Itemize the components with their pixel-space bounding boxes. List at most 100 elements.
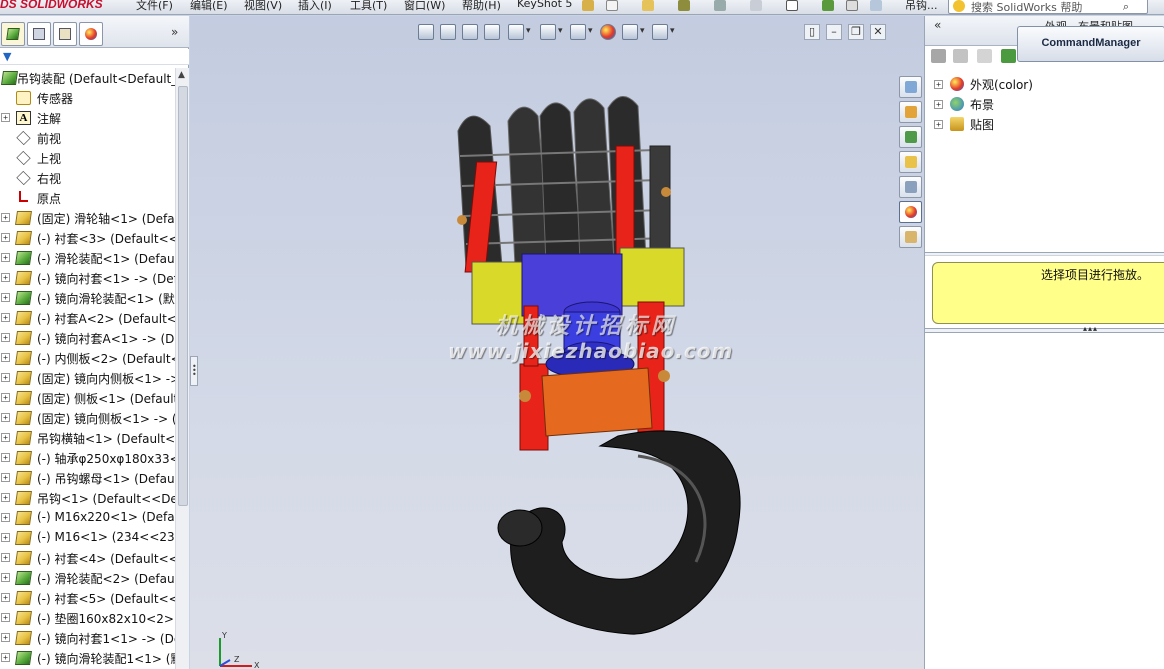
feature-tree-item[interactable]: + 吊钩<1> (Default<<Def bbox=[0, 488, 175, 508]
tab-view-palette[interactable] bbox=[899, 176, 922, 198]
expand-toggle-icon[interactable]: + bbox=[934, 80, 943, 89]
zoom-to-fit-icon[interactable] bbox=[418, 24, 434, 40]
expand-toggle-icon[interactable]: + bbox=[1, 353, 10, 362]
feature-tree-item[interactable]: + (固定) 镜向内侧板<1> -> bbox=[0, 368, 175, 388]
expand-toggle-icon[interactable]: + bbox=[1, 293, 10, 302]
add-folder-icon[interactable] bbox=[953, 49, 968, 63]
minimize-icon[interactable]: – bbox=[826, 24, 842, 40]
select-cursor-icon[interactable] bbox=[786, 0, 798, 11]
feature-tree-item[interactable]: + (-) 内侧板<2> (Default< bbox=[0, 348, 175, 368]
chevron-down-icon[interactable]: ▾ bbox=[640, 26, 645, 36]
expand-toggle-icon[interactable]: + bbox=[1, 613, 10, 622]
search-icon[interactable]: ⌕ bbox=[1123, 0, 1129, 14]
expand-toggle-icon[interactable]: + bbox=[934, 120, 943, 129]
expand-toggle-icon[interactable]: + bbox=[934, 100, 943, 109]
tab-display-manager[interactable] bbox=[79, 22, 103, 46]
feature-tree-item[interactable]: + (-) 衬套<5> (Default<<D bbox=[0, 588, 175, 608]
add-file-icon[interactable] bbox=[977, 49, 992, 63]
feature-tree-item[interactable]: + (-) 衬套<4> (Default<<D bbox=[0, 548, 175, 568]
tab-feature-manager[interactable] bbox=[1, 22, 25, 46]
new-document-icon[interactable] bbox=[606, 0, 618, 11]
expand-toggle-icon[interactable]: + bbox=[1, 393, 10, 402]
feature-tree-item[interactable]: + (-) 吊钩螺母<1> (Default bbox=[0, 468, 175, 488]
chevron-down-icon[interactable]: ▾ bbox=[588, 26, 593, 36]
tab-file-explorer[interactable] bbox=[899, 151, 922, 173]
collapse-panel-icon[interactable]: » bbox=[171, 25, 178, 39]
collapse-task-pane-icon[interactable]: « bbox=[934, 18, 941, 32]
expand-toggle-icon[interactable]: + bbox=[1, 413, 10, 422]
close-icon[interactable]: ✕ bbox=[870, 24, 886, 40]
tab-custom-properties[interactable] bbox=[899, 226, 922, 248]
feature-tree-item[interactable]: + (-) 滑轮装配<1> (Default bbox=[0, 248, 175, 268]
feature-tree-item[interactable]: + (-) 镜向衬套A<1> -> (De bbox=[0, 328, 175, 348]
expand-toggle-icon[interactable]: + bbox=[1, 653, 10, 662]
feature-tree-item[interactable]: + (-) M16<1> (234<<234 bbox=[0, 528, 175, 548]
restore-icon[interactable]: ❐ bbox=[848, 24, 864, 40]
feature-tree-item[interactable]: + 吊钩横轴<1> (Default<< bbox=[0, 428, 175, 448]
previous-view-icon[interactable] bbox=[462, 24, 478, 40]
chevron-down-icon[interactable]: ▾ bbox=[670, 26, 675, 36]
feature-tree-item[interactable]: 传感器 bbox=[0, 88, 175, 108]
scroll-up-icon[interactable]: ▲ bbox=[178, 70, 185, 80]
view-settings-icon[interactable] bbox=[652, 24, 668, 40]
tab-property-manager[interactable] bbox=[27, 22, 51, 46]
expand-toggle-icon[interactable]: + bbox=[1, 593, 10, 602]
back-icon[interactable] bbox=[931, 49, 946, 63]
panel-splitter-handle[interactable]: • • • bbox=[190, 356, 198, 386]
open-folder-icon[interactable] bbox=[642, 0, 654, 11]
expand-toggle-icon[interactable]: + bbox=[1, 633, 10, 642]
display-style-icon[interactable] bbox=[540, 24, 556, 40]
hide-show-items-icon[interactable] bbox=[570, 24, 586, 40]
menu-insert[interactable]: 插入(I) bbox=[298, 0, 332, 13]
command-manager-tab[interactable]: CommandManager bbox=[1017, 26, 1164, 62]
menu-window[interactable]: 窗口(W) bbox=[404, 0, 445, 13]
section-view-icon[interactable] bbox=[484, 24, 500, 40]
undo-icon[interactable] bbox=[750, 0, 762, 11]
tab-design-library[interactable] bbox=[899, 126, 922, 148]
feature-tree-item[interactable]: 原点 bbox=[0, 188, 175, 208]
apply-scene-icon[interactable] bbox=[622, 24, 638, 40]
expand-toggle-icon[interactable]: + bbox=[1, 453, 10, 462]
expand-toggle-icon[interactable]: + bbox=[1, 473, 10, 482]
save-icon[interactable] bbox=[714, 0, 726, 11]
menu-view[interactable]: 视图(V) bbox=[244, 0, 282, 13]
expand-toggle-icon[interactable]: + bbox=[1, 573, 10, 582]
feature-tree-item[interactable]: + (固定) 滑轮轴<1> (Defau bbox=[0, 208, 175, 228]
feature-tree-item[interactable]: + (固定) 侧板<1> (Default- bbox=[0, 388, 175, 408]
feature-tree-item[interactable]: 上视 bbox=[0, 148, 175, 168]
refresh-icon[interactable] bbox=[1001, 49, 1016, 63]
feature-tree-item[interactable]: + (-) M16x220<1> (Defau bbox=[0, 508, 175, 528]
expand-toggle-icon[interactable]: + bbox=[1, 373, 10, 382]
feature-tree-item[interactable]: 吊钩装配 (Default<Default_ bbox=[0, 68, 175, 88]
expand-toggle-icon[interactable]: + bbox=[1, 313, 10, 322]
expand-toggle-icon[interactable]: + bbox=[1, 493, 10, 502]
filter-icon[interactable]: ▼ bbox=[3, 50, 11, 63]
zoom-to-area-icon[interactable] bbox=[440, 24, 456, 40]
menu-edit[interactable]: 编辑(E) bbox=[190, 0, 228, 13]
viewport-icon[interactable]: ▯ bbox=[804, 24, 820, 40]
appearance-tree-item[interactable]: + 布景 bbox=[925, 94, 1164, 114]
tree-filter-row[interactable]: ▼ bbox=[0, 49, 189, 65]
expand-toggle-icon[interactable]: + bbox=[1, 113, 10, 122]
feature-tree-item[interactable]: 右视 bbox=[0, 168, 175, 188]
expand-toggle-icon[interactable]: + bbox=[1, 233, 10, 242]
view-orientation-icon[interactable] bbox=[508, 24, 524, 40]
pane-divider[interactable] bbox=[925, 252, 1164, 256]
expand-toggle-icon[interactable]: + bbox=[1, 273, 10, 282]
feature-tree-item[interactable]: + (-) 衬套<3> (Default<<D bbox=[0, 228, 175, 248]
rebuild-icon[interactable] bbox=[822, 0, 834, 11]
feature-tree-item[interactable]: + (-) 垫圈160x82x10<2> (I bbox=[0, 608, 175, 628]
graphics-area[interactable]: 机械设计招标网 www.jixiezhaobiao.com ▾ ▾ ▾ ▾ ▾ … bbox=[190, 16, 924, 669]
menu-keyshot[interactable]: KeyShot 5 bbox=[517, 0, 572, 10]
feature-tree-item[interactable]: + (-) 镜向滑轮装配<1> (默认 bbox=[0, 288, 175, 308]
edit-appearance-icon[interactable] bbox=[600, 24, 616, 40]
expand-toggle-icon[interactable]: + bbox=[1, 333, 10, 342]
file-properties-icon[interactable] bbox=[846, 0, 858, 11]
expand-toggle-icon[interactable]: + bbox=[1, 213, 10, 222]
expand-toggle-icon[interactable]: + bbox=[1, 533, 10, 542]
feature-tree-item[interactable]: + (-) 衬套A<2> (Default<< bbox=[0, 308, 175, 328]
tab-appearances[interactable] bbox=[899, 201, 922, 223]
chevron-down-icon[interactable]: ▾ bbox=[526, 26, 531, 36]
pin-icon[interactable] bbox=[582, 0, 594, 11]
feature-tree-item[interactable]: + A 注解 bbox=[0, 108, 175, 128]
